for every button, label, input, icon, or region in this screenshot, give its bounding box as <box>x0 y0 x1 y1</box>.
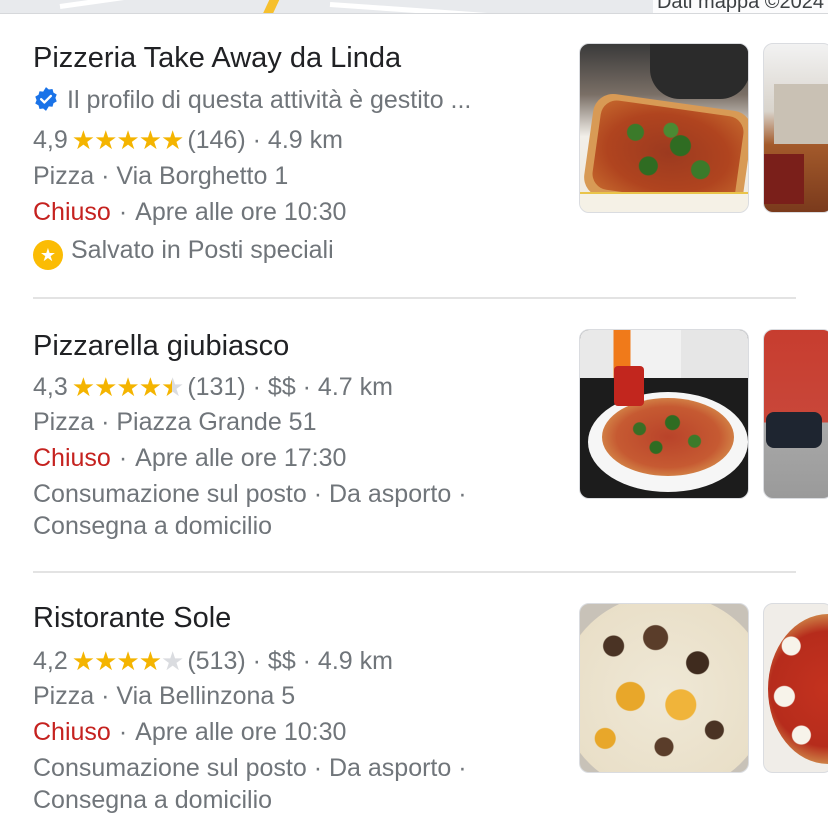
distance: · 4.9 km <box>252 126 343 154</box>
place-listing[interactable]: Ristorante Sole 4,2 ★★★★★ (513) · $$ · 4.9… <box>0 574 828 828</box>
rating-line: 4,9 ★★★★★ (146) · 4.9 km <box>33 125 343 156</box>
review-count: (146) <box>187 126 246 154</box>
rating-value: 4,2 <box>33 647 68 675</box>
divider <box>33 297 796 299</box>
hours-line: Chiuso · Apre alle ore 17:30 <box>33 444 347 472</box>
verified-text: Il profilo di questa attività è gestito … <box>67 86 472 114</box>
saved-star-icon: ★ <box>33 240 63 270</box>
rating-line: 4,2 ★★★★★ (513) · $$ · 4.9 km <box>33 646 393 677</box>
services-line: Consumazione sul posto · Da asporto · <box>33 754 467 782</box>
divider <box>33 571 796 573</box>
place-photo[interactable] <box>579 43 749 213</box>
saved-text: Salvato in Posti speciali <box>71 236 334 264</box>
opening-hours: Apre alle ore 10:30 <box>135 198 347 226</box>
place-name[interactable]: Pizzeria Take Away da Linda <box>33 42 401 75</box>
hours-line: Chiuso · Apre alle ore 10:30 <box>33 718 347 746</box>
place-photo[interactable] <box>763 43 828 213</box>
opening-hours: Apre alle ore 17:30 <box>135 444 347 472</box>
status-closed: Chiuso <box>33 718 111 746</box>
rating-value: 4,9 <box>33 126 68 154</box>
opening-hours: Apre alle ore 10:30 <box>135 718 347 746</box>
services-line: Consumazione sul posto · Da asporto · <box>33 480 467 508</box>
review-count: (513) <box>187 647 246 675</box>
verified-line: Il profilo di questa attività è gestito … <box>33 86 471 115</box>
saved-line: ★ Salvato in Posti speciali <box>33 236 334 270</box>
services-line: Consegna a domicilio <box>33 786 273 814</box>
place-listing[interactable]: Pizzarella giubiasco 4,3 ★★★★★ (131) · $$ … <box>0 300 828 573</box>
rating-line: 4,3 ★★★★★ (131) · $$ · 4.7 km <box>33 372 393 403</box>
hours-line: Chiuso · Apre alle ore 10:30 <box>33 198 347 226</box>
place-photo[interactable] <box>579 603 749 773</box>
star-rating-icon: ★★★★★ <box>71 646 185 676</box>
place-listing[interactable]: Pizzeria Take Away da Linda Il profilo d… <box>0 0 828 300</box>
category-address: Pizza · Via Borghetto 1 <box>33 162 289 190</box>
services-line: Consegna a domicilio <box>33 512 273 540</box>
place-name[interactable]: Pizzarella giubiasco <box>33 330 289 363</box>
star-rating-icon: ★★★★★ <box>71 125 185 155</box>
place-photo[interactable] <box>763 603 828 773</box>
star-rating-icon: ★★★★★ <box>71 372 185 402</box>
place-name[interactable]: Ristorante Sole <box>33 602 231 635</box>
status-closed: Chiuso <box>33 444 111 472</box>
rating-value: 4,3 <box>33 373 68 401</box>
category-address: Pizza · Piazza Grande 51 <box>33 408 317 436</box>
place-photo[interactable] <box>579 329 749 499</box>
price-distance: · $$ · 4.9 km <box>252 647 393 675</box>
status-closed: Chiuso <box>33 198 111 226</box>
category-address: Pizza · Via Bellinzona 5 <box>33 682 296 710</box>
verified-badge-icon <box>35 87 57 111</box>
review-count: (131) <box>187 373 246 401</box>
place-photo[interactable] <box>763 329 828 499</box>
price-distance: · $$ · 4.7 km <box>252 373 393 401</box>
